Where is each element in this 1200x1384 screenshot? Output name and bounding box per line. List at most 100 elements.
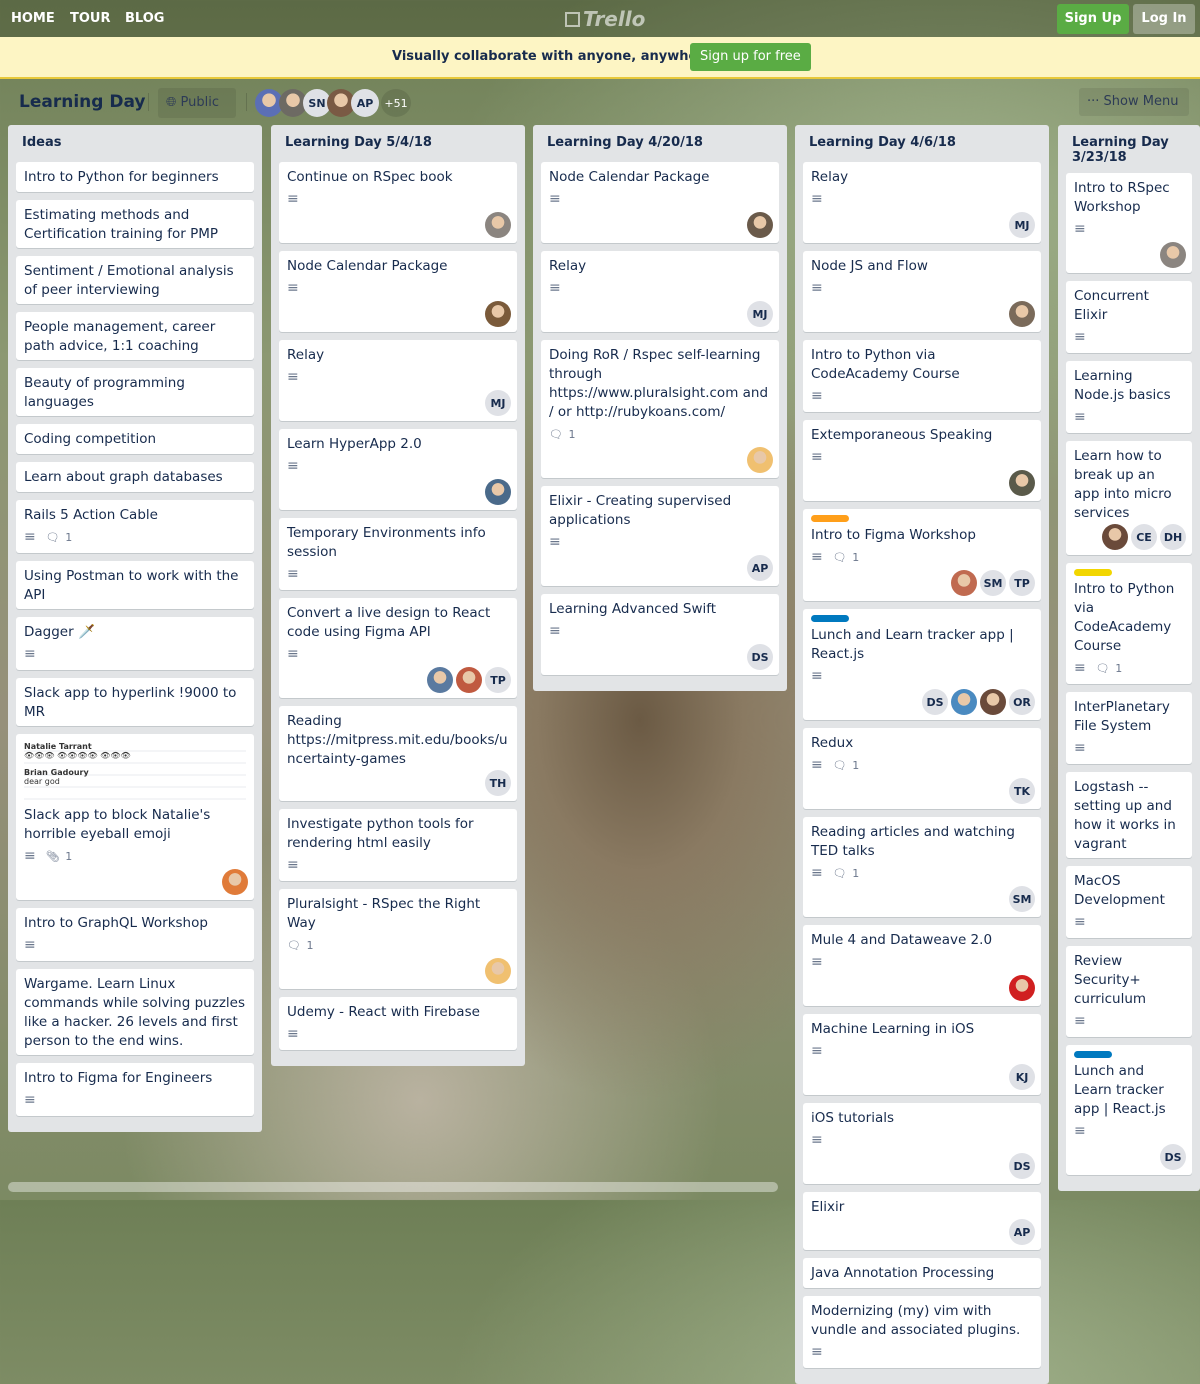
member-avatar[interactable] — [485, 301, 511, 327]
visibility-button[interactable]: 🌐︎ Public — [158, 88, 236, 118]
card-label[interactable] — [811, 515, 849, 522]
member-initials[interactable]: MJ — [747, 301, 773, 327]
list-title[interactable]: Learning Day 4/6/18 — [803, 125, 1041, 162]
member-initials[interactable]: CE — [1131, 524, 1157, 550]
more-members-button[interactable]: +51 — [381, 89, 411, 117]
member-avatar[interactable] — [951, 689, 977, 715]
member-initials[interactable]: DS — [747, 644, 773, 670]
member-initials[interactable]: TK — [1009, 778, 1035, 804]
member-avatar[interactable] — [1009, 470, 1035, 496]
card[interactable]: Learn about graph databases — [16, 462, 254, 492]
member-initials[interactable]: AP — [747, 555, 773, 581]
card[interactable]: Relay ≡ MJ — [279, 340, 517, 421]
card[interactable]: Coding competition — [16, 424, 254, 454]
show-menu-button[interactable]: ··· Show Menu — [1079, 88, 1189, 116]
card[interactable]: Intro to Figma for Engineers ≡ — [16, 1063, 254, 1116]
card[interactable]: Redux ≡ 🗨︎ 1 TK — [803, 728, 1041, 809]
card[interactable]: Reading https://mitpress.mit.edu/books/u… — [279, 706, 517, 801]
card[interactable]: Extemporaneous Speaking ≡ — [803, 420, 1041, 501]
trello-logo[interactable]: Trello — [565, 7, 645, 31]
board-title[interactable]: Learning Day — [19, 92, 145, 112]
member-avatar[interactable] — [747, 212, 773, 238]
member-initials[interactable]: AP — [351, 89, 379, 117]
card[interactable]: Reading articles and watching TED talks ≡… — [803, 817, 1041, 917]
card[interactable]: Logstash -- setting up and how it works … — [1066, 772, 1192, 858]
horizontal-scrollbar[interactable] — [8, 1182, 778, 1192]
member-initials[interactable]: MJ — [1009, 212, 1035, 238]
card[interactable]: Intro to Figma Workshop ≡ 🗨︎ 1 SM TP — [803, 509, 1041, 601]
card[interactable]: Estimating methods and Certification tra… — [16, 200, 254, 248]
member-avatar[interactable] — [1102, 524, 1128, 550]
card[interactable]: Using Postman to work with the API — [16, 561, 254, 609]
member-initials[interactable]: TP — [1009, 570, 1035, 596]
log-in-button[interactable]: Log In — [1133, 4, 1195, 34]
member-avatar[interactable] — [747, 447, 773, 473]
card[interactable]: Convert a live design to React code usin… — [279, 598, 517, 698]
card[interactable]: Intro to RSpec Workshop ≡ — [1066, 173, 1192, 273]
card[interactable]: Node Calendar Package ≡ — [279, 251, 517, 332]
member-avatar[interactable] — [1009, 301, 1035, 327]
sign-up-button[interactable]: Sign Up — [1057, 4, 1129, 34]
card[interactable]: Learning Node.js basics ≡ — [1066, 361, 1192, 433]
member-avatar[interactable] — [485, 212, 511, 238]
member-avatar[interactable] — [456, 667, 482, 693]
card[interactable]: Wargame. Learn Linux commands while solv… — [16, 969, 254, 1055]
list-title[interactable]: Learning Day 4/20/18 — [541, 125, 779, 162]
card[interactable]: Intro to Python for beginners — [16, 162, 254, 192]
card[interactable]: Natalie Tarrant 👁👁👁 👁👁👁👁 👁👁👁 Brian Gadoury… — [16, 734, 254, 900]
card[interactable]: Temporary Environments info session ≡ — [279, 518, 517, 590]
member-initials[interactable]: MJ — [485, 390, 511, 416]
card[interactable]: Sentiment / Emotional analysis of peer i… — [16, 256, 254, 304]
card[interactable]: Mule 4 and Dataweave 2.0 ≡ — [803, 925, 1041, 1006]
member-initials[interactable]: DH — [1160, 524, 1186, 550]
card[interactable]: Investigate python tools for rendering h… — [279, 809, 517, 881]
nav-tour[interactable]: TOUR — [70, 11, 111, 26]
card-label[interactable] — [1074, 1051, 1112, 1058]
member-initials[interactable]: TH — [485, 770, 511, 796]
member-initials[interactable]: TP — [485, 667, 511, 693]
member-avatar[interactable] — [1009, 975, 1035, 1001]
card-label[interactable] — [1074, 569, 1112, 576]
member-initials[interactable]: SM — [980, 570, 1006, 596]
card[interactable]: Machine Learning in iOS ≡ KJ — [803, 1014, 1041, 1095]
nav-home[interactable]: HOME — [11, 11, 55, 26]
member-initials[interactable]: OR — [1009, 689, 1035, 715]
card[interactable]: Node JS and Flow ≡ — [803, 251, 1041, 332]
list-title[interactable]: Ideas — [16, 125, 254, 162]
card[interactable]: Elixir AP — [803, 1192, 1041, 1250]
card[interactable]: Intro to Python via CodeAcademy Course ≡ — [803, 340, 1041, 412]
card[interactable]: Elixir - Creating supervised application… — [541, 486, 779, 586]
member-initials[interactable]: SM — [1009, 886, 1035, 912]
list-title[interactable]: Learning Day 5/4/18 — [279, 125, 517, 162]
member-avatar[interactable] — [485, 958, 511, 984]
card[interactable]: People management, career path advice, 1… — [16, 312, 254, 360]
card[interactable]: Continue on RSpec book ≡ — [279, 162, 517, 243]
member-initials[interactable]: AP — [1009, 1219, 1035, 1245]
card[interactable]: Review Security+ curriculum ≡ — [1066, 946, 1192, 1037]
card-label[interactable] — [811, 615, 849, 622]
member-avatar[interactable] — [1160, 242, 1186, 268]
card[interactable]: Learning Advanced Swift ≡ DS — [541, 594, 779, 675]
card[interactable]: InterPlanetary File System ≡ — [1066, 692, 1192, 764]
list-title[interactable]: Learning Day 3/23/18 — [1066, 125, 1192, 173]
member-initials[interactable]: DS — [1160, 1144, 1186, 1170]
card[interactable]: Lunch and Learn tracker app | React.js ≡ D… — [803, 609, 1041, 720]
card[interactable]: Rails 5 Action Cable ≡ 🗨︎ 1 — [16, 500, 254, 553]
card[interactable]: Doing RoR / Rspec self-learning through … — [541, 340, 779, 478]
card[interactable]: Pluralsight - RSpec the Right Way 🗨︎ 1 — [279, 889, 517, 989]
card[interactable]: Relay ≡ MJ — [541, 251, 779, 332]
nav-blog[interactable]: BLOG — [125, 11, 164, 26]
card[interactable]: Relay ≡ MJ — [803, 162, 1041, 243]
member-initials[interactable]: DS — [1009, 1153, 1035, 1179]
card[interactable]: Lunch and Learn tracker app | React.js ≡ D… — [1066, 1045, 1192, 1175]
member-avatar[interactable] — [951, 570, 977, 596]
card[interactable]: Node Calendar Package ≡ — [541, 162, 779, 243]
sign-up-free-button[interactable]: Sign up for free — [690, 43, 811, 71]
card[interactable]: Udemy - React with Firebase ≡ — [279, 997, 517, 1050]
member-initials[interactable]: KJ — [1009, 1064, 1035, 1090]
card[interactable]: Modernizing (my) vim with vundle and ass… — [803, 1296, 1041, 1368]
card[interactable]: Learn HyperApp 2.0 ≡ — [279, 429, 517, 510]
member-avatar[interactable] — [427, 667, 453, 693]
member-avatar[interactable] — [485, 479, 511, 505]
card[interactable]: Beauty of programming languages — [16, 368, 254, 416]
